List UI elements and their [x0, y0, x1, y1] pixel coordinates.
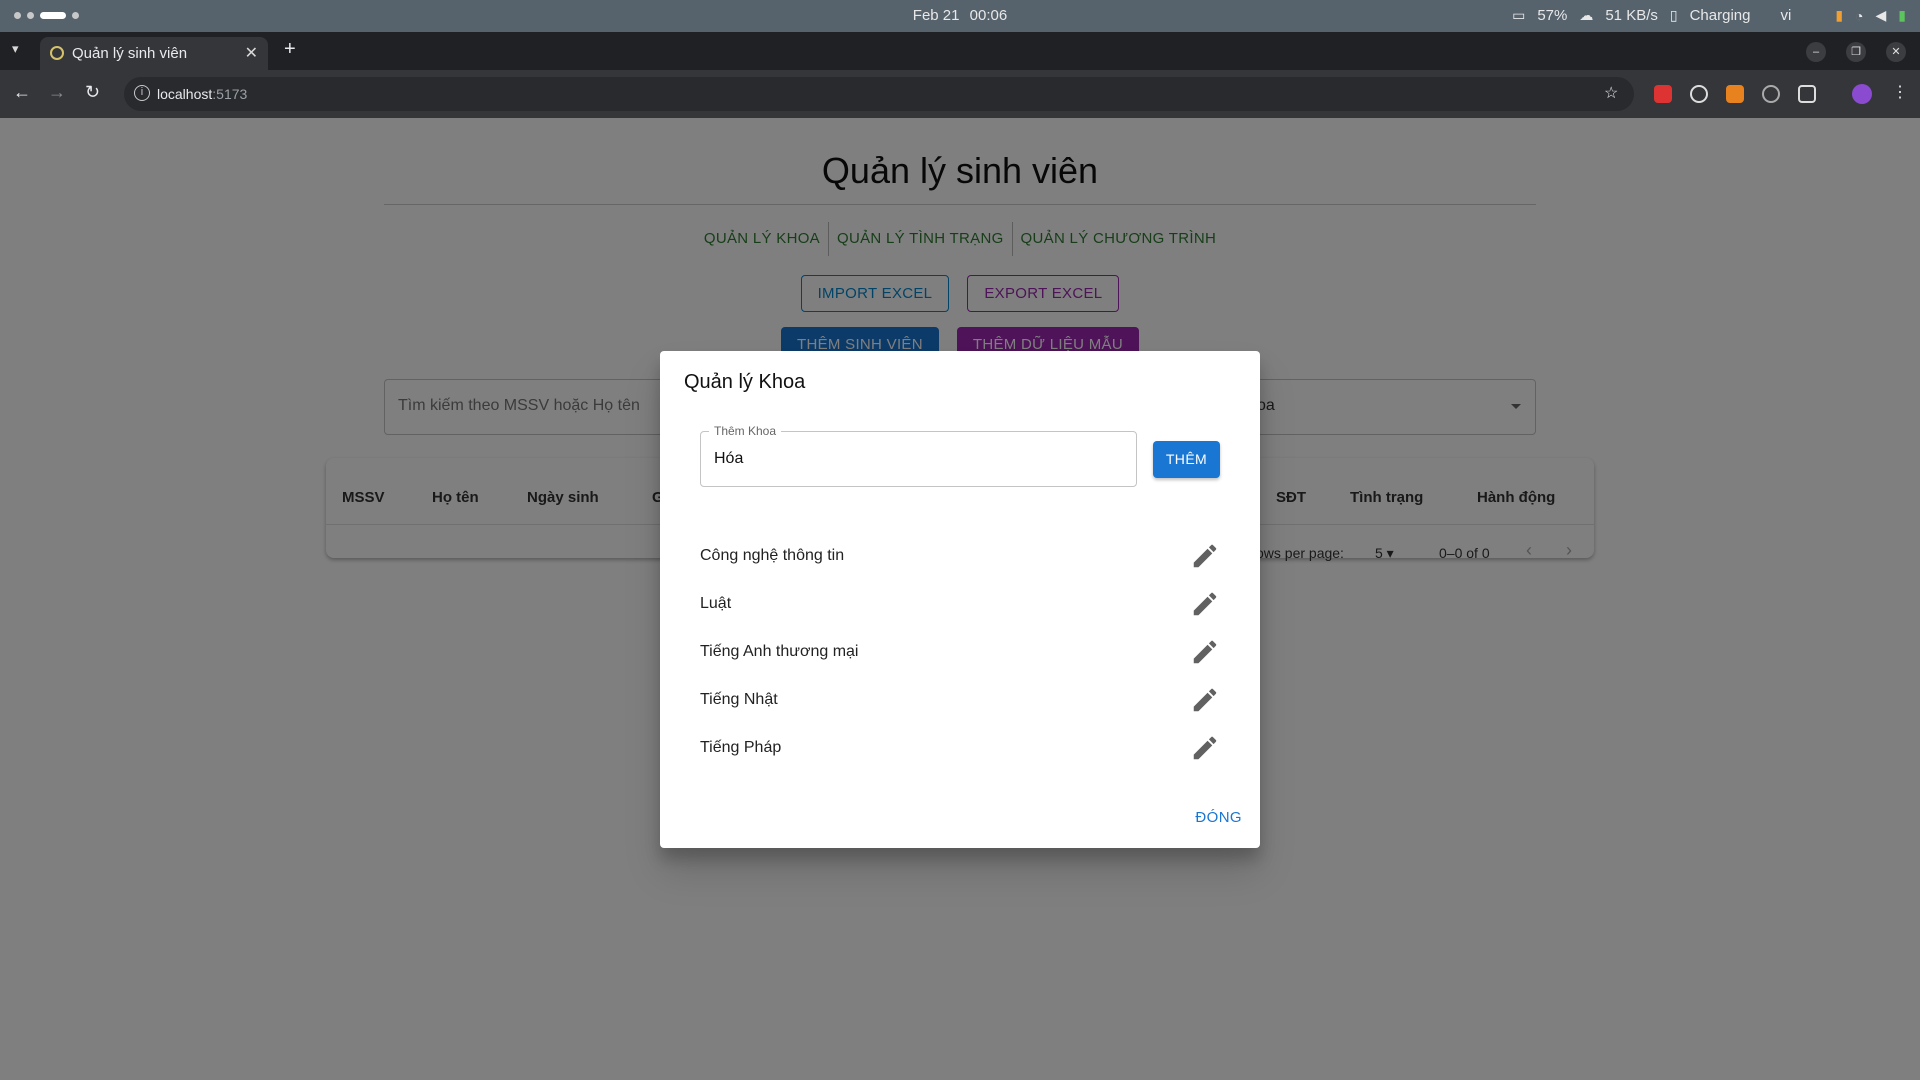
system-tray[interactable]: ▭ 57% ☁ 51 KB/s ▯ Charging vi ▮ ◔ ◀ ▮ — [1512, 7, 1906, 24]
pencil-edit-icon[interactable] — [1190, 541, 1220, 571]
extension-red-icon[interactable] — [1654, 85, 1672, 103]
back-arrow-icon[interactable]: ← — [13, 82, 31, 103]
extension-target-icon[interactable] — [1690, 85, 1708, 103]
url-text: localhost:5173 — [157, 86, 248, 102]
pencil-edit-icon[interactable] — [1190, 589, 1220, 619]
pencil-edit-icon[interactable] — [1190, 637, 1220, 667]
dialog-title: Quản lý Khoa — [684, 371, 806, 393]
extension-compass-icon[interactable] — [1762, 85, 1780, 103]
close-dialog-button[interactable]: ĐÓNG — [1195, 809, 1242, 826]
new-tab-plus-icon[interactable]: + — [284, 38, 296, 61]
faculty-list: Công nghệ thông tin Luật Tiếng Anh thươn… — [700, 541, 1220, 781]
faculty-name: Tiếng Nhật — [700, 691, 778, 708]
close-window-icon[interactable]: ✕ — [1886, 42, 1906, 62]
pencil-edit-icon[interactable] — [1190, 733, 1220, 763]
reload-icon[interactable]: ↻ — [85, 82, 100, 103]
input-language[interactable]: vi — [1780, 7, 1791, 24]
battery-percent: 57% — [1537, 7, 1568, 24]
favicon-icon — [50, 46, 64, 60]
battery-charging-icon: ▮ — [1898, 7, 1906, 23]
restore-window-icon[interactable]: ❐ — [1846, 42, 1866, 62]
forward-arrow-icon[interactable]: → — [48, 82, 66, 103]
add-faculty-input[interactable]: Thêm Khoa Hóa — [700, 424, 1137, 487]
wifi-icon: ◔ — [1855, 7, 1864, 24]
add-faculty-value: Hóa — [714, 450, 744, 467]
extension-fox-icon[interactable] — [1726, 85, 1744, 103]
add-faculty-button[interactable]: THÊM — [1153, 441, 1220, 478]
faculty-name: Tiếng Pháp — [700, 739, 782, 756]
faculty-dialog: Quản lý Khoa Thêm Khoa Hóa THÊM Công ngh… — [660, 351, 1260, 848]
browser-menu-icon[interactable]: ⋮ — [1892, 82, 1908, 102]
pencil-edit-icon[interactable] — [1190, 685, 1220, 715]
site-info-icon[interactable]: i — [134, 85, 150, 101]
cloud-upload-icon: ☁ — [1579, 7, 1594, 23]
network-speed: 51 KB/s — [1605, 7, 1658, 24]
tab-title: Quản lý sinh viên — [72, 45, 188, 62]
bookmark-star-icon[interactable]: ☆ — [1604, 83, 1618, 103]
minimize-window-icon[interactable]: – — [1806, 42, 1826, 62]
tab-search-chevron-icon[interactable]: ▾ — [12, 41, 19, 57]
microphone-icon: ▮ — [1835, 7, 1844, 23]
date-label: Feb 21 — [912, 7, 960, 24]
browser-toolbar: ← → ↻ i localhost:5173 ☆ ⋮ — [0, 70, 1920, 118]
list-item: Luật — [700, 589, 1220, 637]
extensions-puzzle-icon[interactable] — [1798, 85, 1816, 103]
charging-label: Charging — [1689, 7, 1751, 24]
faculty-name: Luật — [700, 595, 732, 612]
address-bar[interactable]: i localhost:5173 — [124, 77, 1634, 111]
battery-icon: ▭ — [1512, 7, 1526, 23]
profile-avatar[interactable] — [1852, 84, 1872, 104]
browser-tab-strip: ▾ Quản lý sinh viên ✕ + – ❐ ✕ — [0, 32, 1920, 70]
clipboard-icon: ▯ — [1669, 7, 1678, 23]
list-item: Tiếng Nhật — [700, 685, 1220, 733]
volume-icon: ◀ — [1875, 7, 1887, 23]
faculty-name: Tiếng Anh thương mại — [700, 643, 859, 660]
time-label: 00:06 — [969, 7, 1008, 24]
os-top-bar: Feb 21 00:06 ▭ 57% ☁ 51 KB/s ▯ Charging … — [0, 0, 1920, 32]
browser-tab[interactable]: Quản lý sinh viên ✕ — [40, 37, 268, 70]
faculty-name: Công nghệ thông tin — [700, 547, 845, 564]
list-item: Công nghệ thông tin — [700, 541, 1220, 589]
list-item: Tiếng Anh thương mại — [700, 637, 1220, 685]
add-faculty-label: Thêm Khoa — [709, 424, 782, 438]
close-tab-icon[interactable]: ✕ — [245, 43, 258, 63]
list-item: Tiếng Pháp — [700, 733, 1220, 781]
